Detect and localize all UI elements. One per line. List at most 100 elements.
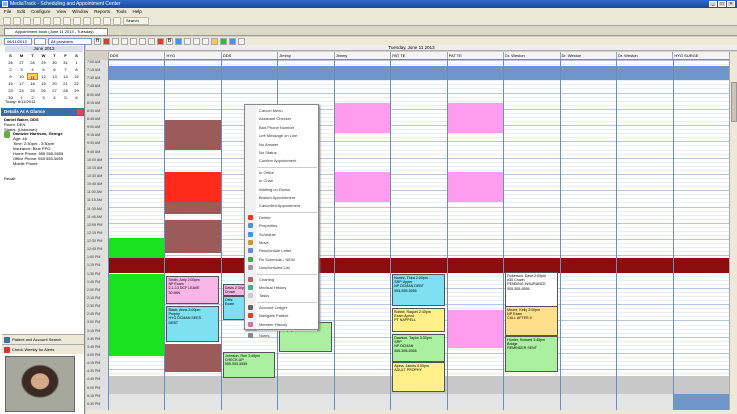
calendar-day[interactable]: 21 [60, 80, 71, 87]
column-header[interactable]: Jimmy [333, 52, 390, 59]
search-icon[interactable] [184, 37, 191, 45]
zoom-icon[interactable] [121, 37, 128, 45]
ledger-icon[interactable] [53, 16, 61, 25]
context-menu-item[interactable]: Charting [245, 276, 319, 283]
context-menu-item[interactable]: Delete [245, 214, 319, 221]
patient-search-button[interactable]: Patient and Account Search [2, 334, 84, 344]
settings-icon[interactable] [113, 16, 121, 25]
context-menu-item[interactable]: Move [245, 239, 319, 246]
context-menu-item[interactable]: In Office [245, 169, 319, 176]
context-menu-item[interactable]: Cancel Menu [245, 107, 319, 114]
menu-edit[interactable]: Edit [17, 8, 25, 16]
column-header[interactable]: Dr. Weston [559, 52, 616, 59]
appointment-card[interactable]: Moore, Kelly 3:00pm NP Exam CALL AFTER 5 [505, 306, 558, 336]
maximize-button[interactable]: □ [718, 1, 726, 7]
blocked-time[interactable] [165, 220, 221, 253]
calendar-day[interactable]: 9 [5, 73, 16, 80]
close-button[interactable]: × [727, 1, 735, 7]
calendar-day[interactable]: 29 [38, 59, 49, 66]
menu-file[interactable]: File [4, 8, 11, 16]
blocked-time[interactable] [165, 344, 221, 372]
letter-button[interactable]: B [166, 37, 173, 45]
context-menu-item[interactable]: Member History [245, 321, 319, 328]
appointment-card[interactable]: Alpha, James 4:00pm ADULT PROPHY [392, 362, 445, 392]
move-icon[interactable] [202, 37, 209, 45]
context-menu-item[interactable]: Reschedule Letter [245, 247, 319, 254]
check-weekly-button[interactable]: Check Weekly for Alerts [2, 344, 84, 354]
calendar-day[interactable]: 7 [60, 66, 71, 73]
blocked-time[interactable] [447, 103, 504, 133]
calendar-day[interactable]: 3 [16, 66, 27, 73]
date-select[interactable]: 06/11/2013 [4, 37, 32, 45]
calendar-day[interactable]: 27 [16, 59, 27, 66]
context-menu-item[interactable]: Navigate Patient [245, 312, 319, 319]
calendar-day[interactable]: 4 [27, 66, 38, 73]
calendar-day[interactable]: 3 [38, 94, 49, 101]
context-menu-item[interactable]: Medical History [245, 284, 319, 291]
column-header[interactable]: HYG SURGE [672, 52, 728, 59]
note-icon[interactable] [211, 37, 218, 45]
calendar-day[interactable]: 6 [49, 66, 60, 73]
provider-select[interactable]: All providers [48, 37, 92, 45]
mail-icon[interactable] [93, 16, 101, 25]
context-menu-item[interactable]: Cancelled Appointment [245, 202, 319, 209]
calendar-day[interactable]: 8 [71, 66, 82, 73]
context-menu-item[interactable]: Assistant Checker [245, 115, 319, 122]
calendar-day-today[interactable]: 11 [27, 73, 38, 80]
xray-icon[interactable] [63, 16, 71, 25]
column-header[interactable]: PAT TE [390, 52, 446, 59]
menu-reports[interactable]: Reports [94, 8, 110, 16]
menu-window[interactable]: Window [72, 8, 88, 16]
context-menu-item[interactable]: Confirm Appointment [245, 157, 319, 164]
red-flag-icon[interactable] [103, 37, 110, 45]
column-header[interactable]: Dr. Weston [615, 52, 672, 59]
calendar-day[interactable]: 31 [60, 59, 71, 66]
appointment-card[interactable]: Smith, Amy 2:00pm NP Exam 2-1-13 DCF LEA… [166, 276, 219, 304]
appointment-book-tab[interactable]: Appointment book (June 11 2013 - Tuesday… [4, 28, 108, 36]
calendar-day[interactable]: 23 [5, 87, 16, 94]
calendar-day[interactable]: 17 [16, 80, 27, 87]
context-menu-item[interactable]: Broken Appointment [245, 194, 319, 201]
calendar-day[interactable]: 10 [16, 73, 27, 80]
calendar-day[interactable]: 22 [71, 80, 82, 87]
calendar-day[interactable]: 24 [16, 87, 27, 94]
print-schedule-icon[interactable] [139, 37, 146, 45]
forward-icon[interactable] [13, 16, 21, 25]
context-menu-item[interactable]: No Answer [245, 141, 319, 148]
context-menu-item[interactable]: Properties [245, 222, 319, 229]
calendar-day[interactable]: 20 [49, 80, 60, 87]
calendar-day[interactable]: 28 [27, 59, 38, 66]
column-header[interactable]: DDS [108, 52, 164, 59]
blocked-time[interactable] [165, 172, 221, 202]
tasks-icon[interactable] [103, 16, 111, 25]
calendar-day[interactable]: 19 [38, 80, 49, 87]
appointment-card[interactable]: Dawson, Taylor 3:30pm SRP NP DCMAN 555-5… [392, 334, 445, 362]
view-select[interactable] [34, 37, 46, 45]
context-menu-item[interactable]: Re Schedule - NEW [245, 256, 319, 263]
info-icon[interactable] [229, 37, 236, 45]
chart-icon[interactable] [43, 16, 51, 25]
today-label[interactable]: Today: 6/11/2013 [5, 99, 35, 104]
calendar-day[interactable]: 26 [5, 59, 16, 66]
calendar-day[interactable]: 14 [60, 73, 71, 80]
vertical-scrollbar[interactable] [729, 52, 737, 410]
context-menu-item[interactable]: Unscheduled List [245, 264, 319, 271]
scroll-thumb[interactable] [731, 82, 737, 122]
blocked-time[interactable] [334, 172, 391, 202]
delete-icon[interactable] [157, 37, 164, 45]
calendar-day[interactable]: 18 [27, 80, 38, 87]
context-menu-item[interactable]: Notes [245, 332, 319, 339]
context-menu-item[interactable]: Bad Phone Number [245, 124, 319, 131]
copy-icon[interactable] [148, 37, 155, 45]
calendar-day[interactable]: 15 [71, 73, 82, 80]
menu-tools[interactable]: Tools [116, 8, 127, 16]
calendar-day[interactable]: 12 [38, 73, 49, 80]
blocked-time[interactable] [447, 172, 504, 202]
column-header[interactable]: Jimmy [277, 52, 333, 59]
calendar-day[interactable]: 25 [27, 87, 38, 94]
blocked-time[interactable] [334, 103, 391, 133]
calendar-day[interactable]: 26 [38, 87, 49, 94]
appointment-grid[interactable]: Smith, Amy 2:00pm NP Exam 2-1-13 DCF LEA… [108, 60, 729, 410]
context-menu-item[interactable]: Left Message on Line [245, 132, 319, 139]
close-panel-icon[interactable] [77, 109, 83, 115]
